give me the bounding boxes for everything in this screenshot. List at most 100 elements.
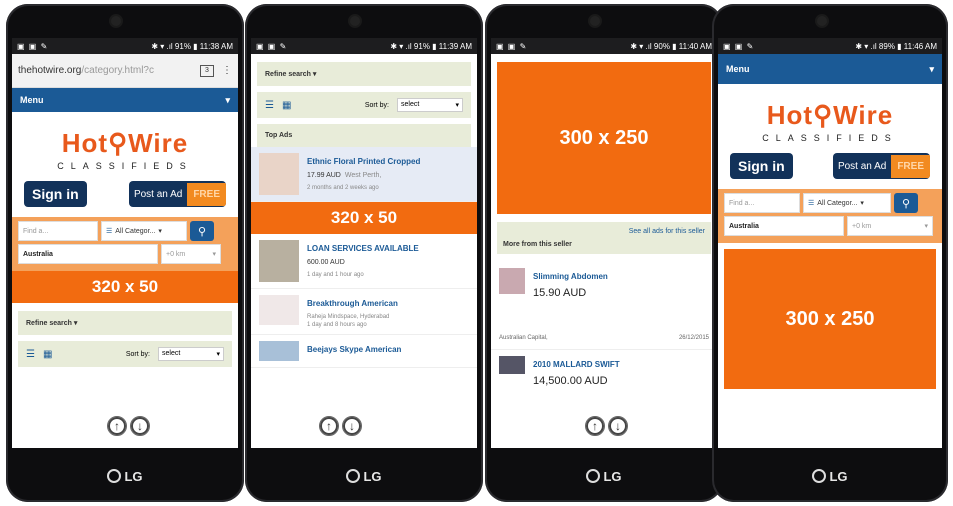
location-field[interactable]: Australia: [18, 244, 158, 264]
lg-logo: LG: [6, 469, 244, 484]
status-icons-left: ▣ ▣ ✎: [256, 41, 288, 51]
list-item[interactable]: LOAN SERVICES AVAILABLE 600.00 AUD 1 day…: [251, 234, 477, 289]
free-badge: FREE: [891, 154, 930, 178]
more-from-seller-title: More from this seller: [503, 241, 572, 248]
url-host: thehotwire.org: [18, 65, 82, 76]
list-item[interactable]: 2010 MALLARD SWIFT 14,500.00 AUD: [491, 350, 717, 393]
category-select[interactable]: ☰ All Categor... ▾: [101, 221, 187, 241]
status-bar: ▣ ▣ ✎ ✱ ▾ .ıl 91% ▮ 11:38 AM: [12, 38, 238, 54]
list-item[interactable]: Ethnic Floral Printed Cropped 17.99 AUD W…: [251, 147, 477, 202]
list-item[interactable]: Slimming Abdomen 15.90 AUD: [491, 262, 717, 305]
sort-select[interactable]: select ▾: [158, 347, 224, 361]
ad-title[interactable]: LOAN SERVICES AVAILABLE: [307, 244, 419, 253]
menu-caret-icon: ▾: [225, 94, 230, 105]
phone-3: ▣ ▣ ✎ ✱ ▾ .ıl 90% ▮ 11:40 AM 300 x 250 S…: [485, 4, 723, 502]
logo-hotwire: Hot⚲Wire: [766, 100, 894, 130]
sign-in-button[interactable]: Sign in: [730, 153, 793, 179]
arrow-down-icon[interactable]: ↓: [130, 416, 150, 436]
grid-view-icon[interactable]: ▦: [43, 349, 52, 360]
status-icons-left: ▣ ▣ ✎: [723, 41, 755, 51]
post-ad-button[interactable]: Post an Ad FREE: [832, 153, 930, 179]
post-ad-button[interactable]: Post an Ad FREE: [128, 181, 226, 207]
url-text[interactable]: thehotwire.org/category.html?c: [18, 65, 192, 76]
search-input[interactable]: Find a...: [18, 221, 98, 241]
caret-icon: ▾: [212, 251, 216, 258]
ad-time: 2 months and 2 weeks ago: [307, 185, 379, 191]
grid-view-icon[interactable]: ▦: [282, 100, 291, 111]
arrow-up-icon[interactable]: ↑: [107, 416, 127, 436]
arrow-down-icon[interactable]: ↓: [608, 416, 628, 436]
overflow-menu-icon[interactable]: ⋮: [222, 65, 232, 76]
site-logo[interactable]: Hot⚲Wire CLASSIFIEDS: [718, 84, 942, 143]
lg-text: LG: [363, 469, 382, 484]
see-all-ads-link[interactable]: See all ads for this seller: [503, 228, 705, 235]
category-select[interactable]: ☰ All Categor... ▾: [803, 193, 891, 213]
radius-select[interactable]: +0 km ▾: [161, 244, 221, 264]
search-icon: ⚲: [901, 197, 911, 210]
ad-title[interactable]: Breakthrough American: [307, 299, 398, 308]
ad-banner-320x50[interactable]: 320 x 50: [12, 271, 238, 303]
menu-label: Menu: [726, 64, 750, 74]
status-bar: ▣ ▣ ✎ ✱ ▾ .ıl 90% ▮ 11:40 AM: [491, 38, 717, 54]
scroll-arrows: ↑ ↓: [107, 416, 150, 436]
ad-banner-320x50[interactable]: 320 x 50: [251, 202, 477, 234]
lg-circle-icon: [812, 469, 827, 483]
camera-icon: [350, 16, 360, 26]
ad-title[interactable]: 2010 MALLARD SWIFT: [533, 360, 620, 369]
ad-location: West Perth,: [344, 172, 382, 179]
logo-hotwire: Hot⚲Wire: [61, 128, 189, 158]
ad-time: 1 day and 8 hours ago: [307, 322, 367, 328]
logo-classifieds: CLASSIFIEDS: [762, 133, 898, 143]
camera-icon: [817, 16, 827, 26]
sort-bar: ☰ ▦ Sort by: select ▾: [257, 92, 471, 118]
location-field[interactable]: Australia: [724, 216, 844, 236]
lg-circle-icon: [586, 469, 601, 483]
ad-title[interactable]: Ethnic Floral Printed Cropped: [307, 157, 420, 166]
menu-bar[interactable]: Menu ▾: [12, 88, 238, 112]
list-item[interactable]: Beejays Skype American: [251, 335, 477, 368]
sort-select[interactable]: select ▾: [397, 98, 463, 112]
search-input[interactable]: Find a...: [724, 193, 800, 213]
menu-bar[interactable]: Menu ▾: [718, 54, 942, 84]
ad-title[interactable]: Slimming Abdomen: [533, 272, 608, 281]
ad-price: 15.90 AUD: [533, 287, 587, 299]
ad-banner-300x250[interactable]: 300 x 250: [497, 62, 711, 214]
ad-location: Australian Capital,: [499, 335, 548, 341]
scroll-arrows: ↑ ↓: [585, 416, 628, 436]
radius-select[interactable]: +0 km ▾: [847, 216, 933, 236]
browser-url-bar[interactable]: thehotwire.org/category.html?c 3 ⋮: [12, 54, 238, 88]
site-logo[interactable]: Hot⚲Wire CLASSIFIEDS: [12, 112, 238, 171]
caret-icon: ▾: [924, 223, 928, 230]
menu-label: Menu: [20, 95, 44, 105]
list-item[interactable]: Breakthrough American Raheja Mindspace, …: [251, 289, 477, 335]
ad-banner-300x250[interactable]: 300 x 250: [724, 249, 936, 389]
search-button[interactable]: ⚲: [190, 221, 214, 241]
sort-value: select: [401, 101, 420, 108]
ad-price: 600.00 AUD: [307, 259, 345, 266]
sign-in-button[interactable]: Sign in: [24, 181, 87, 207]
search-button[interactable]: ⚲: [894, 193, 918, 213]
radius-value: +0 km: [166, 250, 186, 258]
arrow-down-icon[interactable]: ↓: [342, 416, 362, 436]
post-ad-label: Post an Ad: [837, 160, 887, 172]
ad-title[interactable]: Beejays Skype American: [307, 345, 401, 361]
tabs-count-icon[interactable]: 3: [200, 64, 214, 77]
menu-caret-icon: ▾: [929, 63, 934, 74]
refine-search[interactable]: Refine search ▾: [18, 311, 232, 335]
status-bar: ▣ ▣ ✎ ✱ ▾ .ıl 89% ▮ 11:46 AM: [718, 38, 942, 54]
list-view-icon[interactable]: ☰: [265, 100, 274, 111]
radius-value: +0 km: [852, 222, 872, 230]
arrow-up-icon[interactable]: ↑: [319, 416, 339, 436]
refine-search[interactable]: Refine search ▾: [257, 62, 471, 86]
ad-thumbnail: [259, 341, 299, 361]
lg-circle-icon: [346, 469, 361, 483]
list-view-icon[interactable]: ☰: [26, 349, 35, 360]
status-icons-right: ✱ ▾ .ıl 91% ▮ 11:39 AM: [390, 41, 472, 51]
auth-row: Sign in Post an Ad FREE: [12, 171, 238, 217]
lg-text: LG: [124, 469, 143, 484]
status-icons-right: ✱ ▾ .ıl 90% ▮ 11:40 AM: [630, 41, 712, 51]
search-band: Find a... ☰ All Categor... ▾ ⚲ Australia +…: [718, 189, 942, 243]
ad-thumbnail: [499, 268, 525, 294]
arrow-up-icon[interactable]: ↑: [585, 416, 605, 436]
logo-classifieds: CLASSIFIEDS: [57, 161, 193, 171]
